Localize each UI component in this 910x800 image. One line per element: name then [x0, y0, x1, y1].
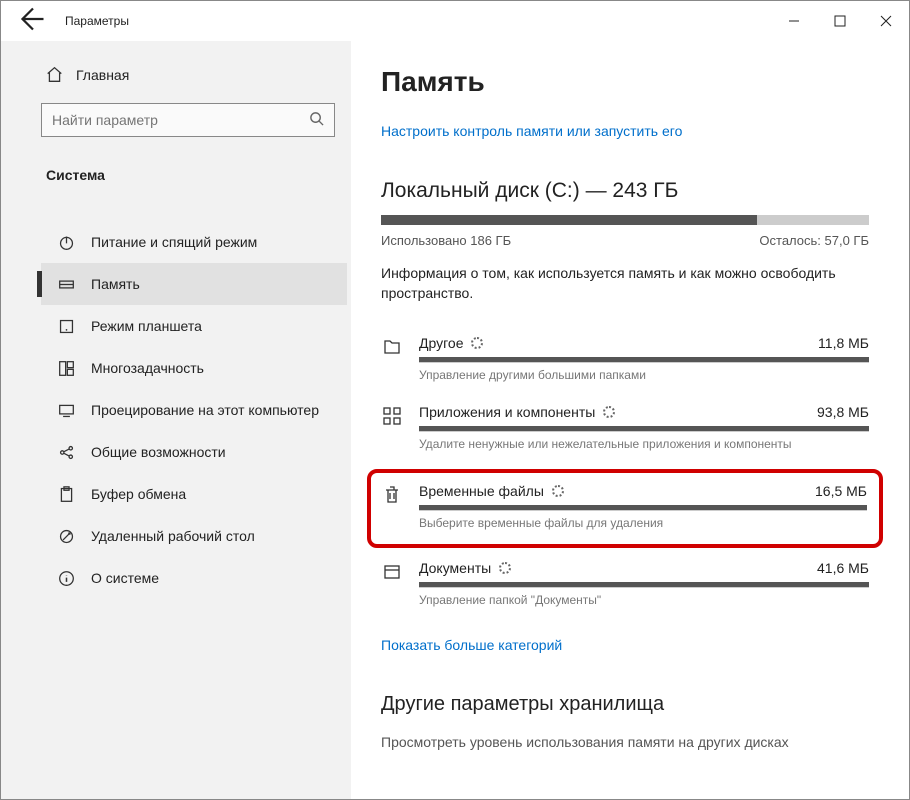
disk-title: Локальный диск (C:) — 243 ГБ [381, 179, 869, 203]
sidebar-home[interactable]: Главная [41, 66, 347, 83]
tablet-icon [57, 318, 75, 335]
project-icon [57, 402, 75, 419]
loading-spinner-icon [552, 485, 564, 497]
category-sub: Управление папкой "Документы" [419, 593, 869, 607]
sidebar-item-label: Режим планшета [91, 318, 202, 334]
category-sub: Управление другими большими папками [419, 368, 869, 382]
sidebar-item-label: Многозадачность [91, 360, 204, 376]
loading-spinner-icon [499, 562, 511, 574]
sidebar-item-label: Питание и спящий режим [91, 234, 257, 250]
sidebar-item-label: Общие возможности [91, 444, 226, 460]
storage-description: Информация о том, как используется памят… [381, 264, 869, 303]
other-storage-section-title: Другие параметры хранилища [381, 693, 869, 716]
sidebar-item-power[interactable]: Питание и спящий режим [41, 221, 347, 263]
category-other[interactable]: Другое 11,8 МБ Управление другими больши… [381, 327, 869, 396]
page-title: Память [381, 66, 869, 98]
window-title: Параметры [65, 14, 771, 28]
disk-usage-labels: Использовано 186 ГБ Осталось: 57,0 ГБ [381, 233, 869, 248]
folder-icon [381, 337, 403, 357]
category-size: 16,5 МБ [815, 483, 867, 499]
arrow-left-icon [21, 7, 45, 31]
sidebar-item-label: Буфер обмена [91, 486, 186, 502]
home-icon [46, 66, 63, 83]
category-temp-files[interactable]: Временные файлы 16,5 МБ Выберите временн… [367, 469, 883, 548]
sidebar-section-title: Система [41, 167, 347, 183]
maximize-icon [834, 15, 846, 27]
close-button[interactable] [863, 1, 909, 41]
back-button[interactable] [21, 7, 45, 36]
loading-spinner-icon [471, 337, 483, 349]
trash-icon [381, 485, 403, 505]
minimize-button[interactable] [771, 1, 817, 41]
storage-icon [57, 276, 75, 293]
category-documents[interactable]: Документы 41,6 МБ Управление папкой "Док… [381, 552, 869, 621]
loading-spinner-icon [603, 406, 615, 418]
category-name: Другое [419, 335, 463, 351]
category-size: 11,8 МБ [818, 335, 869, 351]
documents-icon [381, 562, 403, 582]
disk-usage-bar [381, 215, 869, 225]
sidebar-item-about[interactable]: О системе [41, 557, 347, 599]
window-controls [771, 1, 909, 41]
free-label: Осталось: 57,0 ГБ [759, 233, 869, 248]
sidebar-item-tablet[interactable]: Режим планшета [41, 305, 347, 347]
sidebar-item-storage[interactable]: Память [41, 263, 347, 305]
sidebar: Главная Система Питание и спящий режим П… [1, 41, 351, 799]
sidebar-item-label: Память [91, 276, 140, 292]
apps-icon [381, 406, 403, 426]
content: Память Настроить контроль памяти или зап… [351, 41, 909, 799]
sidebar-home-label: Главная [76, 67, 129, 83]
search-icon [309, 111, 324, 130]
category-sub: Выберите временные файлы для удаления [419, 516, 867, 530]
sidebar-item-label: Удаленный рабочий стол [91, 528, 255, 544]
multitask-icon [57, 360, 75, 377]
category-name: Временные файлы [419, 483, 544, 499]
sidebar-item-label: О системе [91, 570, 159, 586]
power-icon [57, 234, 75, 251]
sidebar-item-label: Проецирование на этот компьютер [91, 402, 319, 418]
remote-icon [57, 528, 75, 545]
sidebar-item-multitask[interactable]: Многозадачность [41, 347, 347, 389]
info-icon [57, 570, 75, 587]
configure-storage-sense-link[interactable]: Настроить контроль памяти или запустить … [381, 123, 869, 139]
titlebar: Параметры [1, 1, 909, 41]
minimize-icon [788, 15, 800, 27]
used-label: Использовано 186 ГБ [381, 233, 511, 248]
close-icon [880, 15, 892, 27]
clipboard-icon [57, 486, 75, 503]
category-sub: Удалите ненужные или нежелательные прило… [419, 437, 869, 451]
category-size: 41,6 МБ [817, 560, 869, 576]
sidebar-item-shared[interactable]: Общие возможности [41, 431, 347, 473]
category-name: Приложения и компоненты [419, 404, 595, 420]
sidebar-item-clipboard[interactable]: Буфер обмена [41, 473, 347, 515]
category-size: 93,8 МБ [817, 404, 869, 420]
search-box[interactable] [41, 103, 335, 137]
category-name: Документы [419, 560, 491, 576]
search-input[interactable] [52, 112, 309, 128]
other-storage-description: Просмотреть уровень использования памяти… [381, 734, 869, 750]
sidebar-item-projecting[interactable]: Проецирование на этот компьютер [41, 389, 347, 431]
share-icon [57, 444, 75, 461]
sidebar-item-cut[interactable] [41, 203, 347, 221]
category-apps[interactable]: Приложения и компоненты 93,8 МБ Удалите … [381, 396, 869, 465]
maximize-button[interactable] [817, 1, 863, 41]
show-more-categories-link[interactable]: Показать больше категорий [381, 637, 869, 653]
sidebar-item-remote[interactable]: Удаленный рабочий стол [41, 515, 347, 557]
